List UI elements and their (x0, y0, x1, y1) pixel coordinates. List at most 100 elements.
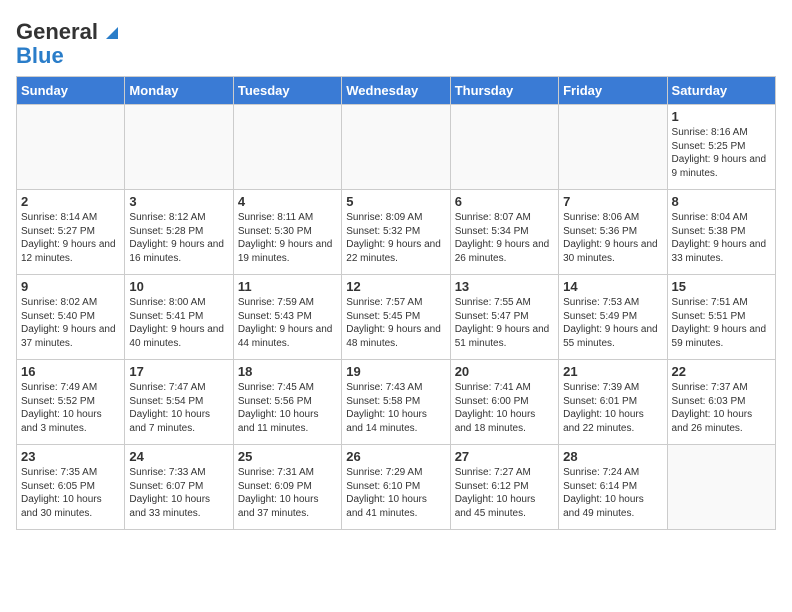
calendar-cell (559, 105, 667, 190)
calendar-cell: 27 Sunrise: 7:27 AM Sunset: 6:12 PM Dayli… (450, 445, 558, 530)
day-number: 19 (346, 364, 445, 379)
day-number: 27 (455, 449, 554, 464)
calendar-cell (667, 445, 775, 530)
logo-text-general: General (16, 20, 98, 44)
calendar-cell: 8 Sunrise: 8:04 AM Sunset: 5:38 PM Daylig… (667, 190, 775, 275)
day-info: Sunrise: 8:14 AM Sunset: 5:27 PM Dayligh… (21, 211, 120, 265)
day-number: 1 (672, 109, 771, 124)
day-info: Sunrise: 7:35 AM Sunset: 6:05 PM Dayligh… (21, 466, 120, 520)
calendar-cell: 7 Sunrise: 8:06 AM Sunset: 5:36 PM Daylig… (559, 190, 667, 275)
day-info: Sunrise: 7:31 AM Sunset: 6:09 PM Dayligh… (238, 466, 337, 520)
day-info: Sunrise: 7:29 AM Sunset: 6:10 PM Dayligh… (346, 466, 445, 520)
week-row-4: 23 Sunrise: 7:35 AM Sunset: 6:05 PM Dayli… (17, 445, 776, 530)
day-info: Sunrise: 7:37 AM Sunset: 6:03 PM Dayligh… (672, 381, 771, 435)
calendar-cell (342, 105, 450, 190)
calendar-header-wednesday: Wednesday (342, 77, 450, 105)
day-info: Sunrise: 8:02 AM Sunset: 5:40 PM Dayligh… (21, 296, 120, 350)
calendar-header-monday: Monday (125, 77, 233, 105)
day-number: 7 (563, 194, 662, 209)
day-info: Sunrise: 8:09 AM Sunset: 5:32 PM Dayligh… (346, 211, 445, 265)
day-info: Sunrise: 7:41 AM Sunset: 6:00 PM Dayligh… (455, 381, 554, 435)
day-info: Sunrise: 7:33 AM Sunset: 6:07 PM Dayligh… (129, 466, 228, 520)
day-number: 13 (455, 279, 554, 294)
calendar-cell: 14 Sunrise: 7:53 AM Sunset: 5:49 PM Dayli… (559, 275, 667, 360)
day-info: Sunrise: 7:55 AM Sunset: 5:47 PM Dayligh… (455, 296, 554, 350)
day-number: 22 (672, 364, 771, 379)
day-info: Sunrise: 7:43 AM Sunset: 5:58 PM Dayligh… (346, 381, 445, 435)
calendar-cell (450, 105, 558, 190)
calendar-cell: 28 Sunrise: 7:24 AM Sunset: 6:14 PM Dayli… (559, 445, 667, 530)
day-info: Sunrise: 7:24 AM Sunset: 6:14 PM Dayligh… (563, 466, 662, 520)
calendar-cell: 12 Sunrise: 7:57 AM Sunset: 5:45 PM Dayli… (342, 275, 450, 360)
week-row-2: 9 Sunrise: 8:02 AM Sunset: 5:40 PM Daylig… (17, 275, 776, 360)
calendar-cell: 15Sunrise: 7:51 AM Sunset: 5:51 PM Dayli… (667, 275, 775, 360)
calendar-cell: 17Sunrise: 7:47 AM Sunset: 5:54 PM Dayli… (125, 360, 233, 445)
day-info: Sunrise: 7:53 AM Sunset: 5:49 PM Dayligh… (563, 296, 662, 350)
day-number: 5 (346, 194, 445, 209)
calendar-cell: 9 Sunrise: 8:02 AM Sunset: 5:40 PM Daylig… (17, 275, 125, 360)
logo-text-blue: Blue (16, 43, 64, 68)
day-number: 21 (563, 364, 662, 379)
logo-triangle-icon (100, 21, 122, 43)
day-info: Sunrise: 8:07 AM Sunset: 5:34 PM Dayligh… (455, 211, 554, 265)
week-row-0: 1 Sunrise: 8:16 AM Sunset: 5:25 PM Daylig… (17, 105, 776, 190)
day-info: Sunrise: 8:06 AM Sunset: 5:36 PM Dayligh… (563, 211, 662, 265)
header: General Blue (16, 16, 776, 68)
calendar-cell: 26 Sunrise: 7:29 AM Sunset: 6:10 PM Dayli… (342, 445, 450, 530)
calendar-cell: 19 Sunrise: 7:43 AM Sunset: 5:58 PM Dayli… (342, 360, 450, 445)
calendar-cell: 22 Sunrise: 7:37 AM Sunset: 6:03 PM Dayli… (667, 360, 775, 445)
day-number: 20 (455, 364, 554, 379)
calendar-cell: 20 Sunrise: 7:41 AM Sunset: 6:00 PM Dayli… (450, 360, 558, 445)
day-info: Sunrise: 7:47 AM Sunset: 5:54 PM Dayligh… (129, 381, 228, 435)
day-info: Sunrise: 8:16 AM Sunset: 5:25 PM Dayligh… (672, 126, 771, 180)
week-row-1: 2Sunrise: 8:14 AM Sunset: 5:27 PM Daylig… (17, 190, 776, 275)
calendar-cell: 5 Sunrise: 8:09 AM Sunset: 5:32 PM Daylig… (342, 190, 450, 275)
calendar-cell: 25 Sunrise: 7:31 AM Sunset: 6:09 PM Dayli… (233, 445, 341, 530)
day-number: 6 (455, 194, 554, 209)
day-number: 25 (238, 449, 337, 464)
calendar-cell (17, 105, 125, 190)
day-number: 26 (346, 449, 445, 464)
calendar-header-sunday: Sunday (17, 77, 125, 105)
day-number: 9 (21, 279, 120, 294)
calendar-header-thursday: Thursday (450, 77, 558, 105)
calendar-cell: 10 Sunrise: 8:00 AM Sunset: 5:41 PM Dayli… (125, 275, 233, 360)
calendar-cell: 21 Sunrise: 7:39 AM Sunset: 6:01 PM Dayli… (559, 360, 667, 445)
day-info: Sunrise: 7:27 AM Sunset: 6:12 PM Dayligh… (455, 466, 554, 520)
day-number: 23 (21, 449, 120, 464)
day-info: Sunrise: 7:49 AM Sunset: 5:52 PM Dayligh… (21, 381, 120, 435)
logo: General Blue (16, 20, 122, 68)
day-number: 18 (238, 364, 337, 379)
day-number: 12 (346, 279, 445, 294)
day-info: Sunrise: 8:12 AM Sunset: 5:28 PM Dayligh… (129, 211, 228, 265)
calendar-cell: 2Sunrise: 8:14 AM Sunset: 5:27 PM Daylig… (17, 190, 125, 275)
calendar-cell: 11 Sunrise: 7:59 AM Sunset: 5:43 PM Dayli… (233, 275, 341, 360)
day-number: 8 (672, 194, 771, 209)
day-info: Sunrise: 8:04 AM Sunset: 5:38 PM Dayligh… (672, 211, 771, 265)
day-number: 16 (21, 364, 120, 379)
calendar: SundayMondayTuesdayWednesdayThursdayFrid… (16, 76, 776, 530)
day-info: Sunrise: 7:57 AM Sunset: 5:45 PM Dayligh… (346, 296, 445, 350)
calendar-cell: 13 Sunrise: 7:55 AM Sunset: 5:47 PM Dayli… (450, 275, 558, 360)
calendar-cell: 18Sunrise: 7:45 AM Sunset: 5:56 PM Dayli… (233, 360, 341, 445)
day-info: Sunrise: 8:00 AM Sunset: 5:41 PM Dayligh… (129, 296, 228, 350)
calendar-cell (125, 105, 233, 190)
day-info: Sunrise: 7:51 AM Sunset: 5:51 PM Dayligh… (672, 296, 771, 350)
calendar-cell: 16 Sunrise: 7:49 AM Sunset: 5:52 PM Dayli… (17, 360, 125, 445)
day-info: Sunrise: 7:59 AM Sunset: 5:43 PM Dayligh… (238, 296, 337, 350)
day-number: 4 (238, 194, 337, 209)
day-info: Sunrise: 7:39 AM Sunset: 6:01 PM Dayligh… (563, 381, 662, 435)
calendar-header-friday: Friday (559, 77, 667, 105)
calendar-header-tuesday: Tuesday (233, 77, 341, 105)
week-row-3: 16 Sunrise: 7:49 AM Sunset: 5:52 PM Dayli… (17, 360, 776, 445)
calendar-cell: 1 Sunrise: 8:16 AM Sunset: 5:25 PM Daylig… (667, 105, 775, 190)
calendar-cell: 24Sunrise: 7:33 AM Sunset: 6:07 PM Dayli… (125, 445, 233, 530)
day-number: 3 (129, 194, 228, 209)
calendar-header-saturday: Saturday (667, 77, 775, 105)
day-number: 28 (563, 449, 662, 464)
day-number: 10 (129, 279, 228, 294)
day-number: 14 (563, 279, 662, 294)
day-number: 11 (238, 279, 337, 294)
calendar-cell (233, 105, 341, 190)
calendar-cell: 3 Sunrise: 8:12 AM Sunset: 5:28 PM Daylig… (125, 190, 233, 275)
